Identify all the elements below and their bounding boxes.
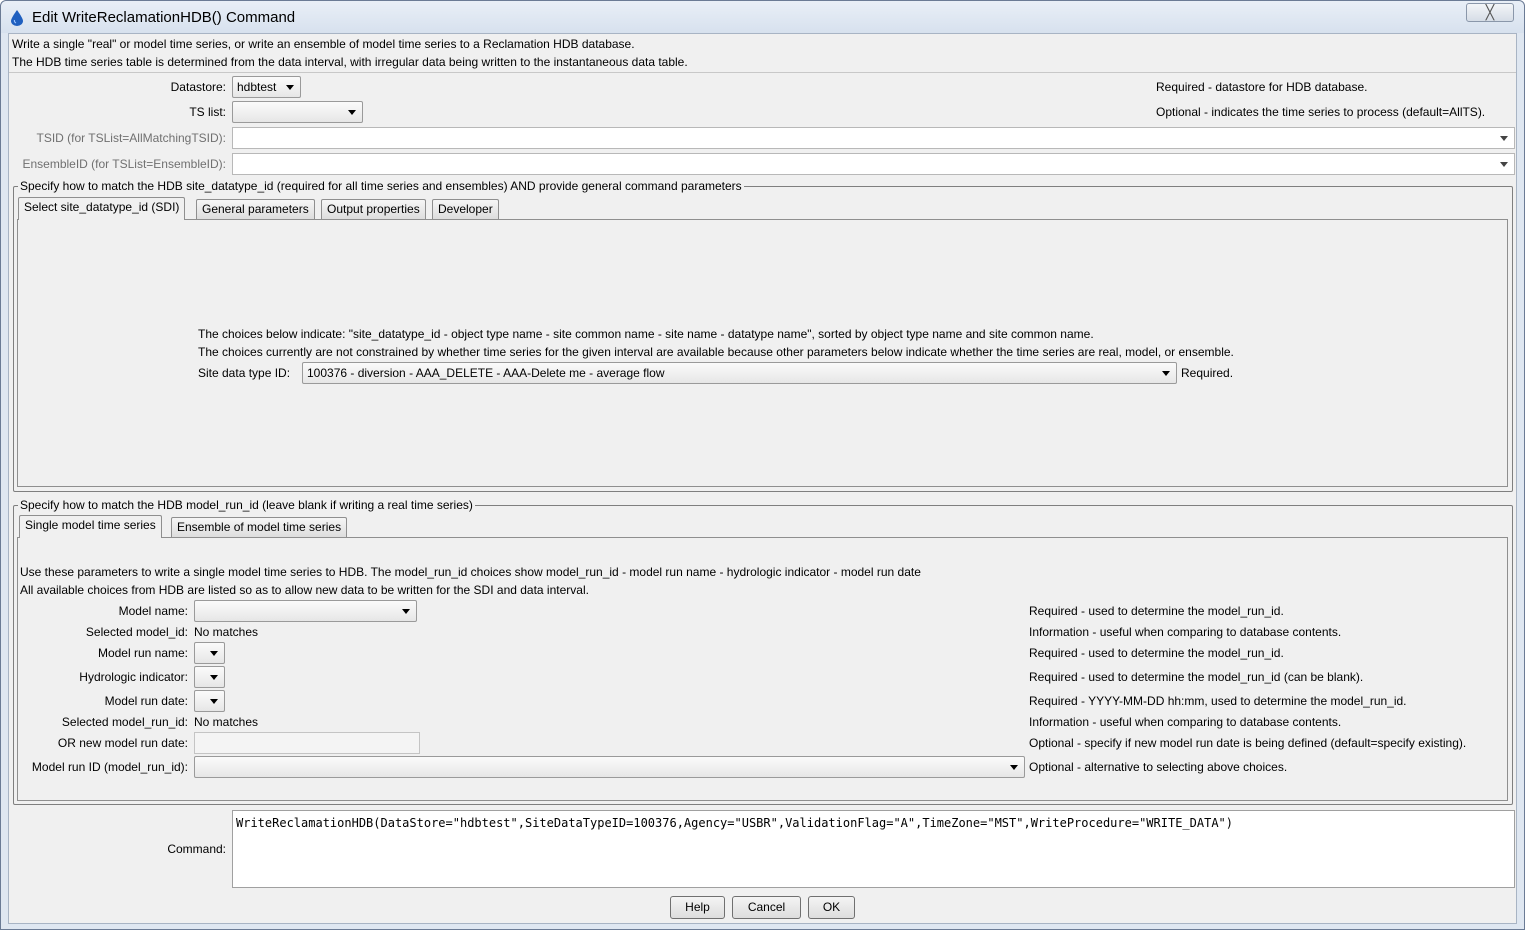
model-group-legend: Specify how to match the HDB model_run_i… [18, 498, 475, 512]
datastore-select[interactable]: hdbtest [232, 76, 301, 98]
selected-model-run-id-value: No matches [194, 715, 259, 729]
tab-general-parameters[interactable]: General parameters [196, 199, 315, 220]
model-run-id-select[interactable] [194, 756, 1025, 778]
model-run-id-label: Model run ID (model_run_id): [31, 760, 188, 774]
chevron-down-icon [1162, 371, 1170, 376]
model-run-date-note: Required - YYYY-MM-DD hh:mm, used to det… [1029, 694, 1407, 708]
title-bar[interactable]: Edit WriteReclamationHDB() Command ╳ [1, 1, 1524, 33]
close-button[interactable]: ╳ [1466, 3, 1514, 22]
ok-button[interactable]: OK [808, 896, 855, 919]
chevron-down-icon [210, 699, 218, 704]
model-run-date-select[interactable] [194, 690, 225, 712]
model-run-name-note: Required - used to determine the model_r… [1029, 646, 1284, 660]
model-info-line-2: All available choices from HDB are liste… [20, 583, 589, 597]
dialog-content: Write a single "real" or model time seri… [8, 33, 1517, 924]
ensembleid-label: EnsembleID (for TSList=EnsembleID): [22, 157, 226, 171]
tsid-select[interactable] [232, 127, 1515, 149]
tslist-label: TS list: [189, 105, 226, 119]
chevron-down-icon [402, 609, 410, 614]
intro-divider [9, 72, 1516, 73]
dialog-window: Edit WriteReclamationHDB() Command ╳ Wri… [0, 0, 1525, 930]
water-drop-icon [11, 10, 23, 26]
tab-select-sdi[interactable]: Select site_datatype_id (SDI) [18, 197, 186, 220]
sdi-info-line-2: The choices currently are not constraine… [198, 345, 1234, 359]
model-run-name-label: Model run name: [97, 646, 188, 660]
help-button[interactable]: Help [670, 896, 725, 919]
model-name-label: Model name: [118, 604, 188, 618]
close-icon: ╳ [1485, 4, 1495, 20]
chevron-down-icon [1010, 765, 1018, 770]
tslist-note: Optional - indicates the time series to … [1156, 105, 1486, 119]
cancel-button[interactable]: Cancel [732, 896, 801, 919]
selected-model-id-value: No matches [194, 625, 259, 639]
tab-developer[interactable]: Developer [432, 199, 499, 220]
datastore-note: Required - datastore for HDB database. [1156, 80, 1368, 94]
sdi-value: 100376 - diversion - AAA_DELETE - AAA-De… [307, 366, 665, 380]
chevron-down-icon [210, 651, 218, 656]
tslist-select[interactable] [232, 101, 363, 123]
chevron-down-icon [286, 85, 294, 90]
command-textarea[interactable]: WriteReclamationHDB(DataStore="hdbtest",… [232, 810, 1515, 888]
chevron-down-icon [1500, 162, 1508, 167]
new-model-run-date-note: Optional - specify if new model run date… [1029, 736, 1467, 750]
selected-model-run-id-note: Information - useful when comparing to d… [1029, 715, 1342, 729]
selected-model-id-note: Information - useful when comparing to d… [1029, 625, 1342, 639]
chevron-down-icon [1500, 136, 1508, 141]
sdi-note: Required. [1181, 366, 1234, 380]
tab-single-model[interactable]: Single model time series [19, 515, 162, 538]
model-info-line-1: Use these parameters to write a single m… [20, 565, 921, 579]
sdi-label: Site data type ID: [198, 366, 291, 380]
hydrologic-indicator-select[interactable] [194, 666, 225, 688]
tab-ensemble-model[interactable]: Ensemble of model time series [171, 517, 348, 538]
tsid-label: TSID (for TSList=AllMatchingTSID): [36, 131, 227, 145]
intro-line-1: Write a single "real" or model time seri… [12, 37, 635, 51]
window-title: Edit WriteReclamationHDB() Command [32, 9, 296, 26]
sdi-group-legend: Specify how to match the HDB site_dataty… [18, 179, 744, 193]
model-run-date-label: Model run date: [104, 694, 188, 708]
sdi-select[interactable]: 100376 - diversion - AAA_DELETE - AAA-De… [302, 362, 1177, 384]
hydrologic-indicator-label: Hydrologic indicator: [79, 670, 188, 684]
intro-line-2: The HDB time series table is determined … [12, 55, 688, 69]
selected-model-run-id-label: Selected model_run_id: [61, 715, 188, 729]
hydrologic-indicator-note: Required - used to determine the model_r… [1029, 670, 1364, 684]
selected-model-id-label: Selected model_id: [85, 625, 188, 639]
chevron-down-icon [210, 675, 218, 680]
datastore-label: Datastore: [170, 80, 226, 94]
command-label: Command: [167, 842, 226, 856]
new-model-run-date-input[interactable] [194, 732, 420, 754]
chevron-down-icon [348, 110, 356, 115]
ensembleid-select[interactable] [232, 153, 1515, 175]
datastore-value: hdbtest [237, 80, 277, 94]
new-model-run-date-label: OR new model run date: [57, 736, 188, 750]
model-name-select[interactable] [194, 600, 417, 622]
model-run-id-note: Optional - alternative to selecting abov… [1029, 760, 1288, 774]
tab-output-properties[interactable]: Output properties [321, 199, 426, 220]
sdi-info-line-1: The choices below indicate: "site_dataty… [198, 327, 1094, 341]
model-run-name-select[interactable] [194, 642, 225, 664]
model-name-note: Required - used to determine the model_r… [1029, 604, 1284, 618]
